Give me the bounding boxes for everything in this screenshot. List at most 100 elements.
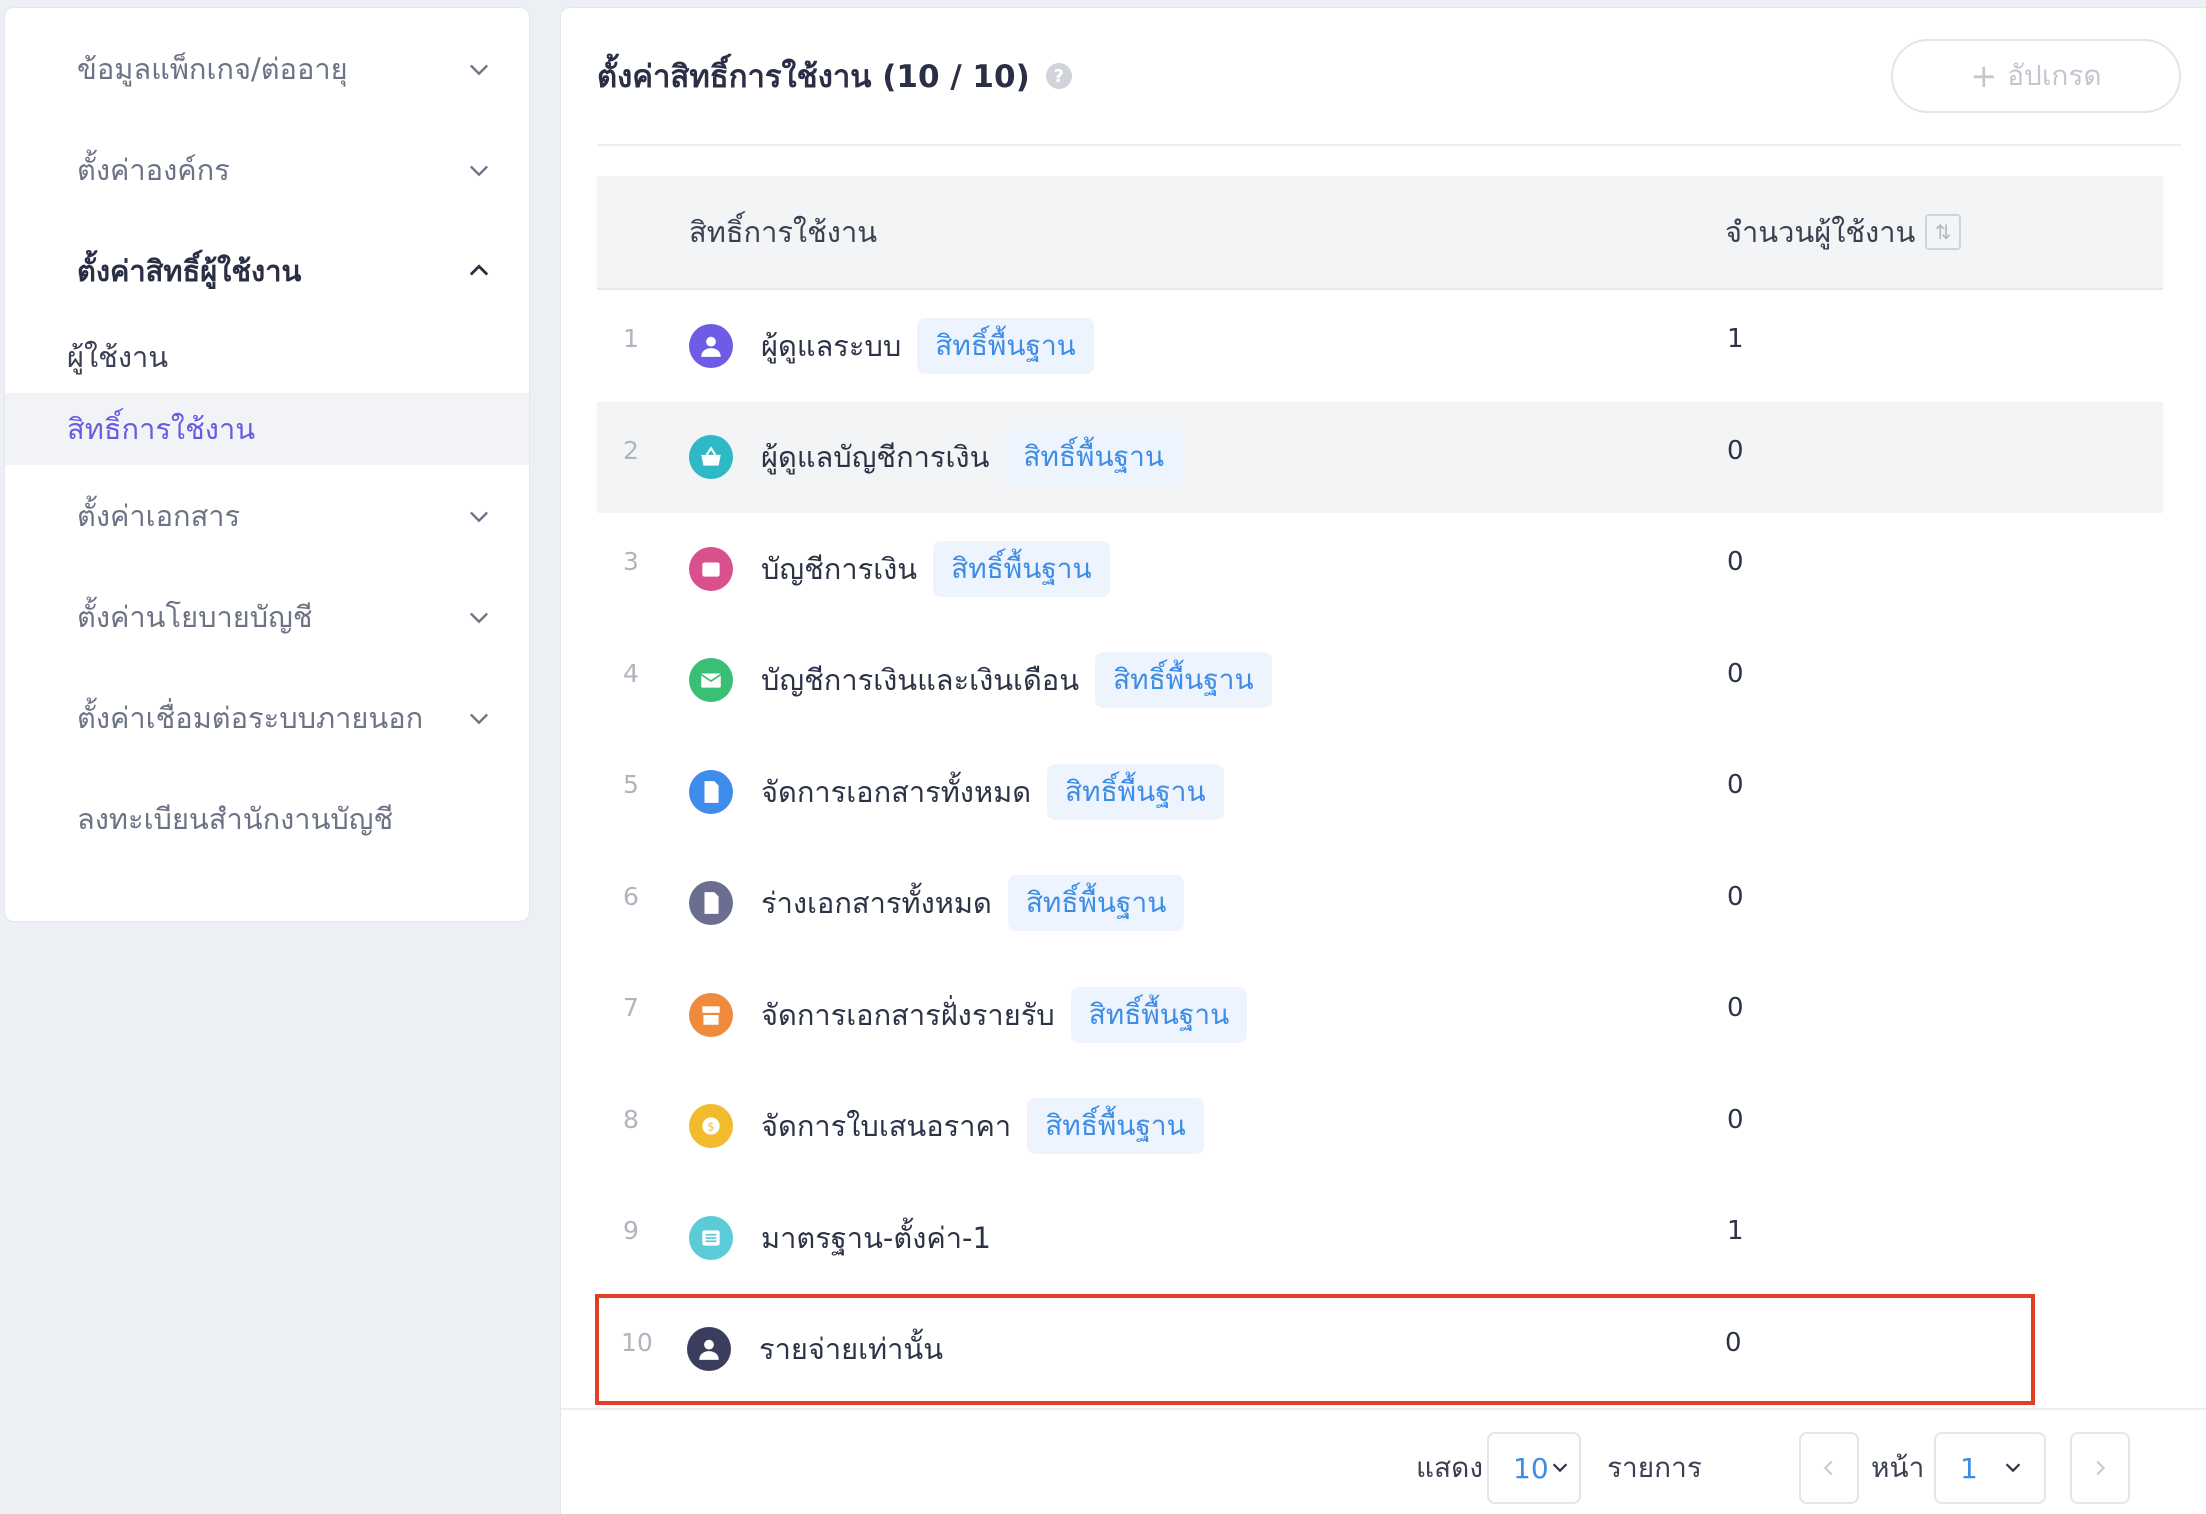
row-index: 5 <box>623 770 639 799</box>
table-row[interactable]: 8 $ จัดการใบเสนอราคา สิทธิ์พื้นฐาน 0 <box>597 1071 2163 1183</box>
main-panel: ตั้งค่าสิทธิ์การใช้งาน (10 / 10) ? + อัป… <box>560 7 2206 1514</box>
role-name-cell: จัดการเอกสารฝั่งรายรับ สิทธิ์พื้นฐาน <box>761 986 1248 1043</box>
role-name[interactable]: บัญชีการเงินและเงินเดือน <box>761 657 1079 703</box>
coin-icon: $ <box>689 1104 733 1149</box>
user-count: 0 <box>1727 658 1744 689</box>
basic-permission-badge: สิทธิ์พื้นฐาน <box>1047 763 1224 820</box>
row-index: 3 <box>623 547 639 576</box>
page-header: ตั้งค่าสิทธิ์การใช้งาน (10 / 10) ? + อัป… <box>597 8 2181 146</box>
menu-label: ลงทะเบียนสำนักงานบัญชี <box>77 801 394 836</box>
row-index: 2 <box>623 435 639 465</box>
row-index: 9 <box>623 1216 639 1245</box>
user-icon <box>687 1327 731 1372</box>
page-size-value: 10 <box>1513 1451 1549 1485</box>
row-index: 6 <box>623 881 639 911</box>
next-page-button[interactable] <box>2070 1432 2130 1504</box>
document-icon <box>689 881 733 926</box>
prev-page-button[interactable] <box>1799 1432 1859 1504</box>
row-index: 8 <box>623 1104 639 1134</box>
upgrade-button[interactable]: + อัปเกรด <box>1891 39 2181 113</box>
menu-register-accounting-office[interactable]: ลงทะเบียนสำนักงานบัญชี <box>5 768 529 869</box>
plus-icon: + <box>1970 57 1998 95</box>
sort-icon[interactable]: ⇅ <box>1925 214 1962 250</box>
chevron-down-icon <box>465 156 493 184</box>
help-icon[interactable]: ? <box>1045 63 1072 89</box>
upgrade-label: อัปเกรด <box>2007 59 2102 92</box>
user-count: 1 <box>1727 324 1744 354</box>
user-count: 0 <box>1727 1104 1744 1135</box>
role-name[interactable]: มาตรฐาน-ตั้งค่า-1 <box>761 1215 991 1261</box>
role-name-cell: มาตรฐาน-ตั้งค่า-1 <box>761 1215 991 1261</box>
role-name[interactable]: รายจ่ายเท่านั้น <box>759 1326 943 1372</box>
row-index: 1 <box>623 324 639 353</box>
table-row[interactable]: 2 ผู้ดูแลบัญชีการเงิน สิทธิ์พื้นฐาน 0 <box>597 401 2163 513</box>
page-size-select[interactable]: 10 <box>1487 1432 1581 1504</box>
role-name-cell: บัญชีการเงินและเงินเดือน สิทธิ์พื้นฐาน <box>761 652 1272 709</box>
document-icon <box>689 769 733 814</box>
menu-organization-settings[interactable]: ตั้งค่าองค์กร <box>5 119 529 220</box>
role-name-cell: จัดการใบเสนอราคา สิทธิ์พื้นฐาน <box>761 1098 1204 1155</box>
menu-label: ตั้งค่าองค์กร <box>77 152 230 187</box>
menu-label: ตั้งค่าเชื่อมต่อระบบภายนอก <box>77 700 424 735</box>
role-name-cell: รายจ่ายเท่านั้น <box>759 1326 943 1372</box>
chevron-down-icon <box>465 704 493 732</box>
pagination: แสดง 10 รายการ หน้า 1 <box>561 1408 2206 1504</box>
role-name[interactable]: บัญชีการเงิน <box>761 546 917 592</box>
menu-package-info[interactable]: ข้อมูลแพ็กเกจ/ต่ออายุ <box>5 18 529 119</box>
table-header: สิทธิ์การใช้งาน จำนวนผู้ใช้งาน ⇅ <box>597 176 2163 290</box>
menu-user-permission-settings[interactable]: ตั้งค่าสิทธิ์ผู้ใช้งาน <box>5 220 529 321</box>
chevron-down-icon <box>465 502 493 530</box>
row-index: 10 <box>621 1327 653 1357</box>
table-row[interactable]: 1 ผู้ดูแลระบบ สิทธิ์พื้นฐาน 1 <box>597 290 2163 402</box>
table-row[interactable]: 7 จัดการเอกสารฝั่งรายรับ สิทธิ์พื้นฐาน 0 <box>597 959 2163 1071</box>
wallet-icon <box>689 546 733 591</box>
page-label: หน้า <box>1871 1451 1925 1484</box>
column-header-user-count[interactable]: จำนวนผู้ใช้งาน ⇅ <box>1725 209 1962 255</box>
settings-sidebar: ข้อมูลแพ็กเกจ/ต่ออายุ ตั้งค่าองค์กร ตั้ง… <box>4 7 530 922</box>
user-count: 1 <box>1727 1216 1744 1246</box>
role-name-cell: ผู้ดูแลระบบ สิทธิ์พื้นฐาน <box>761 317 1094 374</box>
table-row[interactable]: 3 บัญชีการเงิน สิทธิ์พื้นฐาน 0 <box>597 513 2163 625</box>
table-row[interactable]: 10 รายจ่ายเท่านั้น 0 <box>595 1293 2035 1405</box>
chevron-down-icon <box>1549 1452 1571 1485</box>
table-row[interactable]: 5 จัดการเอกสารทั้งหมด สิทธิ์พื้นฐาน 0 <box>597 736 2163 848</box>
role-name-cell: บัญชีการเงิน สิทธิ์พื้นฐาน <box>761 540 1110 597</box>
chevron-left-icon <box>1823 1460 1833 1476</box>
role-name[interactable]: ผู้ดูแลบัญชีการเงิน <box>761 434 989 480</box>
chevron-down-icon <box>465 55 493 83</box>
chevron-right-icon <box>2096 1460 2106 1476</box>
menu-external-integration[interactable]: ตั้งค่าเชื่อมต่อระบบภายนอก <box>5 667 529 768</box>
page-title: ตั้งค่าสิทธิ์การใช้งาน (10 / 10) <box>597 59 1030 95</box>
menu-label: ตั้งค่าสิทธิ์ผู้ใช้งาน <box>77 253 302 288</box>
basket-icon <box>689 435 733 480</box>
store-icon <box>689 992 733 1037</box>
chevron-down-icon <box>465 603 493 631</box>
menu-label: ข้อมูลแพ็กเกจ/ต่ออายุ <box>77 51 348 86</box>
sidebar-item-users[interactable]: ผู้ใช้งาน <box>5 321 529 393</box>
basic-permission-badge: สิทธิ์พื้นฐาน <box>1027 1098 1204 1155</box>
table-row[interactable]: 4 บัญชีการเงินและเงินเดือน สิทธิ์พื้นฐาน 0 <box>597 625 2163 737</box>
list-icon <box>689 1215 733 1260</box>
envelope-icon <box>689 658 733 703</box>
role-name[interactable]: จัดการใบเสนอราคา <box>761 1103 1011 1149</box>
user-count: 0 <box>1727 770 1744 800</box>
basic-permission-badge: สิทธิ์พื้นฐาน <box>1070 986 1248 1043</box>
basic-permission-badge: สิทธิ์พื้นฐาน <box>933 540 1110 597</box>
table-row[interactable]: 6 ร่างเอกสารทั้งหมด สิทธิ์พื้นฐาน 0 <box>597 848 2163 960</box>
table-row[interactable]: 9 มาตรฐาน-ตั้งค่า-1 1 <box>597 1182 2163 1294</box>
role-name[interactable]: ผู้ดูแลระบบ <box>761 323 901 369</box>
page-select[interactable]: 1 <box>1934 1432 2046 1504</box>
menu-accounting-policy[interactable]: ตั้งค่านโยบายบัญชี <box>5 566 529 667</box>
menu-label: ตั้งค่านโยบายบัญชี <box>77 599 313 634</box>
role-name[interactable]: ร่างเอกสารทั้งหมด <box>761 880 992 926</box>
role-name[interactable]: จัดการเอกสารฝั่งรายรับ <box>761 992 1055 1038</box>
menu-document-settings[interactable]: ตั้งค่าเอกสาร <box>5 465 529 566</box>
basic-permission-badge: สิทธิ์พื้นฐาน <box>1007 875 1185 932</box>
table-body: 1 ผู้ดูแลระบบ สิทธิ์พื้นฐาน 1 2 ผู้ดูแลบัญชีก… <box>595 290 2163 1405</box>
column-header-label: จำนวนผู้ใช้งาน <box>1725 215 1916 249</box>
sidebar-item-permissions[interactable]: สิทธิ์การใช้งาน <box>5 393 529 465</box>
row-index: 4 <box>623 658 639 688</box>
role-name[interactable]: จัดการเอกสารทั้งหมด <box>761 769 1031 815</box>
show-label: แสดง <box>1416 1451 1483 1484</box>
menu-label: ตั้งค่าเอกสาร <box>77 498 241 533</box>
